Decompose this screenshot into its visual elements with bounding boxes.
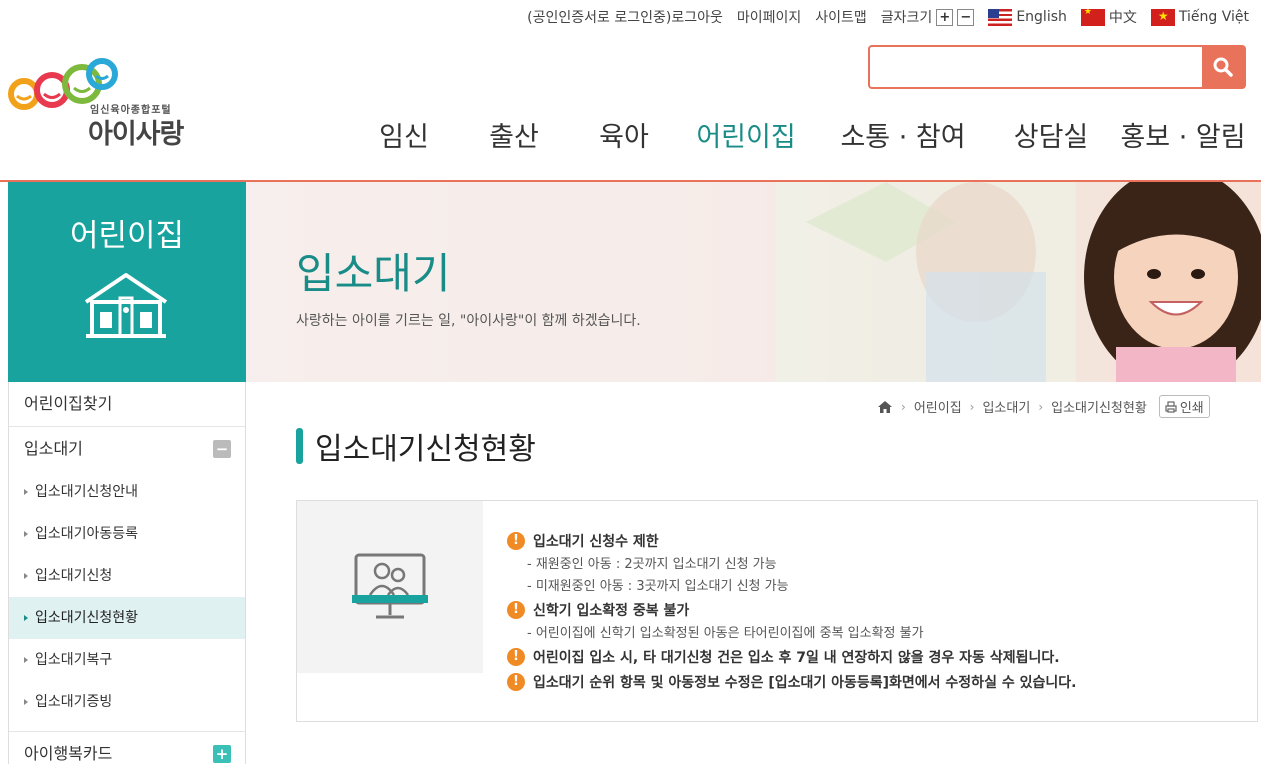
lang-vietnamese[interactable]: Tiếng Việt bbox=[1150, 8, 1249, 26]
logo-title: 아이사랑 bbox=[88, 119, 184, 150]
breadcrumb-admission-wait[interactable]: 입소대기 bbox=[982, 397, 1030, 416]
mypage-link[interactable]: 마이페이지 bbox=[737, 7, 801, 27]
warning-icon: ! bbox=[507, 672, 525, 691]
font-size-label: 글자크기 bbox=[880, 10, 933, 26]
notice-item: ! 신학기 입소확정 중복 불가 bbox=[507, 598, 1076, 621]
nav-community[interactable]: 소통 · 참여 bbox=[819, 116, 987, 160]
nav-birth[interactable]: 출산 bbox=[453, 116, 575, 160]
font-increase-button[interactable]: + bbox=[936, 8, 954, 26]
utility-bar: (공인인증서로 로그인중)로그아웃 마이페이지 사이트맵 글자크기 + − En… bbox=[527, 6, 1249, 28]
print-icon bbox=[1165, 400, 1177, 413]
print-button[interactable]: 인쇄 bbox=[1158, 395, 1210, 418]
section-title: 어린이집 bbox=[69, 218, 185, 254]
banner-child-image bbox=[1084, 182, 1261, 382]
daycare-building-icon bbox=[84, 273, 168, 338]
banner-title: 입소대기 bbox=[296, 249, 451, 298]
notice-box: ! 입소대기 신청수 제한 - 재원중인 아동 : 2곳까지 입소대기 신청 가… bbox=[296, 500, 1258, 722]
lang-vietnamese-label: Tiếng Việt bbox=[1178, 9, 1249, 25]
warning-icon: ! bbox=[507, 531, 525, 550]
search-button[interactable] bbox=[1202, 47, 1244, 87]
lang-chinese-label: 中文 bbox=[1108, 10, 1137, 26]
search-box bbox=[868, 45, 1246, 89]
chevron-right-icon: › bbox=[969, 399, 975, 414]
side-nav-sub-apply[interactable]: 입소대기신청 bbox=[9, 555, 245, 597]
breadcrumb: › 어린이집 › 입소대기 › 입소대기신청현황 인쇄 bbox=[877, 395, 1210, 418]
side-nav-sub-status[interactable]: 입소대기신청현황 bbox=[9, 597, 245, 639]
logout-link[interactable]: (공인인증서로 로그인중)로그아웃 bbox=[527, 7, 723, 27]
china-flag-icon bbox=[1080, 8, 1105, 26]
side-nav-find-daycare[interactable]: 어린이집찾기 bbox=[9, 382, 245, 426]
notice-detail: - 미재원중인 아동 : 3곳까지 입소대기 신청 가능 bbox=[527, 579, 789, 594]
search-icon bbox=[1213, 57, 1233, 77]
lang-english[interactable]: English bbox=[988, 8, 1067, 26]
warning-icon: ! bbox=[507, 647, 525, 666]
notice-heading: 어린이집 입소 시, 타 대기신청 건은 입소 후 7일 내 연장하지 않을 경… bbox=[533, 649, 1060, 666]
collapse-toggle-icon[interactable]: − bbox=[213, 440, 231, 458]
notice-item: ! 입소대기 신청수 제한 bbox=[507, 529, 1076, 552]
warning-icon: ! bbox=[507, 600, 525, 619]
side-nav-happy-card[interactable]: 아이행복카드 + bbox=[9, 732, 245, 764]
side-nav: 어린이집찾기 입소대기 − 입소대기신청안내 입소대기아동등록 입소대기신청 입… bbox=[8, 382, 246, 764]
notice-icon-area bbox=[297, 501, 483, 673]
expand-toggle-icon[interactable]: + bbox=[213, 745, 231, 763]
search-input[interactable] bbox=[870, 47, 1202, 87]
lang-chinese[interactable]: 中文 bbox=[1080, 7, 1137, 27]
breadcrumb-current: 입소대기신청현황 bbox=[1051, 401, 1147, 416]
page-banner: 입소대기 사랑하는 아이를 기르는 일, "아이사랑"이 함께 하겠습니다. bbox=[246, 182, 1261, 382]
lang-english-label: English bbox=[1016, 9, 1067, 25]
font-decrease-button[interactable]: − bbox=[957, 8, 975, 26]
side-nav-happy-card-label: 아이행복카드 bbox=[24, 744, 113, 763]
nav-counseling[interactable]: 상담실 bbox=[987, 116, 1115, 160]
title-accent-bar bbox=[296, 428, 303, 464]
side-nav-sub-restore[interactable]: 입소대기복구 bbox=[9, 639, 245, 681]
notice-content: ! 입소대기 신청수 제한 - 재원중인 아동 : 2곳까지 입소대기 신청 가… bbox=[507, 529, 1076, 695]
notice-heading: 입소대기 신청수 제한 bbox=[533, 533, 659, 550]
breadcrumb-daycare[interactable]: 어린이집 bbox=[914, 397, 962, 416]
main-nav: 임신 출산 육아 어린이집 소통 · 참여 상담실 홍보 · 알림 bbox=[355, 116, 1261, 160]
side-nav-sub-child-register[interactable]: 입소대기아동등록 bbox=[9, 513, 245, 555]
side-nav-sub-guide[interactable]: 입소대기신청안내 bbox=[9, 471, 245, 513]
side-nav-find-daycare-label: 어린이집찾기 bbox=[24, 394, 113, 413]
site-logo[interactable]: 임신육아종합포털 아이사랑 bbox=[8, 56, 198, 150]
nav-pregnancy[interactable]: 임신 bbox=[355, 116, 453, 160]
monitor-people-icon bbox=[352, 553, 428, 619]
side-nav-sub-proof[interactable]: 입소대기증빙 bbox=[9, 681, 245, 723]
notice-item: ! 입소대기 순위 항목 및 아동정보 수정은 [입소대기 아동등록]화면에서 … bbox=[507, 670, 1076, 693]
nav-promotion[interactable]: 홍보 · 알림 bbox=[1115, 116, 1251, 160]
home-icon[interactable] bbox=[877, 400, 893, 414]
page-title: 입소대기신청현황 bbox=[315, 432, 536, 467]
side-nav-admission-wait-label: 입소대기 bbox=[24, 439, 83, 458]
chevron-right-icon: › bbox=[1038, 399, 1044, 414]
notice-detail: - 재원중인 아동 : 2곳까지 입소대기 신청 가능 bbox=[527, 557, 777, 572]
vietnam-flag-icon bbox=[1150, 8, 1175, 26]
page-title-wrap: 입소대기신청현황 bbox=[296, 424, 536, 468]
nav-daycare[interactable]: 어린이집 bbox=[673, 116, 819, 160]
chevron-right-icon: › bbox=[901, 399, 906, 414]
sitemap-link[interactable]: 사이트맵 bbox=[815, 7, 867, 27]
notice-heading: 신학기 입소확정 중복 불가 bbox=[533, 602, 690, 619]
print-label: 인쇄 bbox=[1179, 401, 1204, 416]
nav-parenting[interactable]: 육아 bbox=[575, 116, 673, 160]
notice-detail: - 어린이집에 신학기 입소확정된 아동은 타어린이집에 중복 입소확정 불가 bbox=[527, 626, 924, 641]
banner-subtitle: 사랑하는 아이를 기르는 일, "아이사랑"이 함께 하겠습니다. bbox=[296, 313, 641, 329]
banner-decoration bbox=[776, 182, 1076, 382]
notice-heading: 입소대기 순위 항목 및 아동정보 수정은 [입소대기 아동등록]화면에서 수정… bbox=[533, 674, 1077, 691]
us-flag-icon bbox=[988, 8, 1013, 26]
section-title-box: 어린이집 bbox=[8, 182, 246, 382]
side-nav-admission-wait[interactable]: 입소대기 − bbox=[9, 427, 245, 471]
notice-item: ! 어린이집 입소 시, 타 대기신청 건은 입소 후 7일 내 연장하지 않을… bbox=[507, 645, 1076, 668]
font-size-control: 글자크기 + − bbox=[881, 7, 975, 27]
